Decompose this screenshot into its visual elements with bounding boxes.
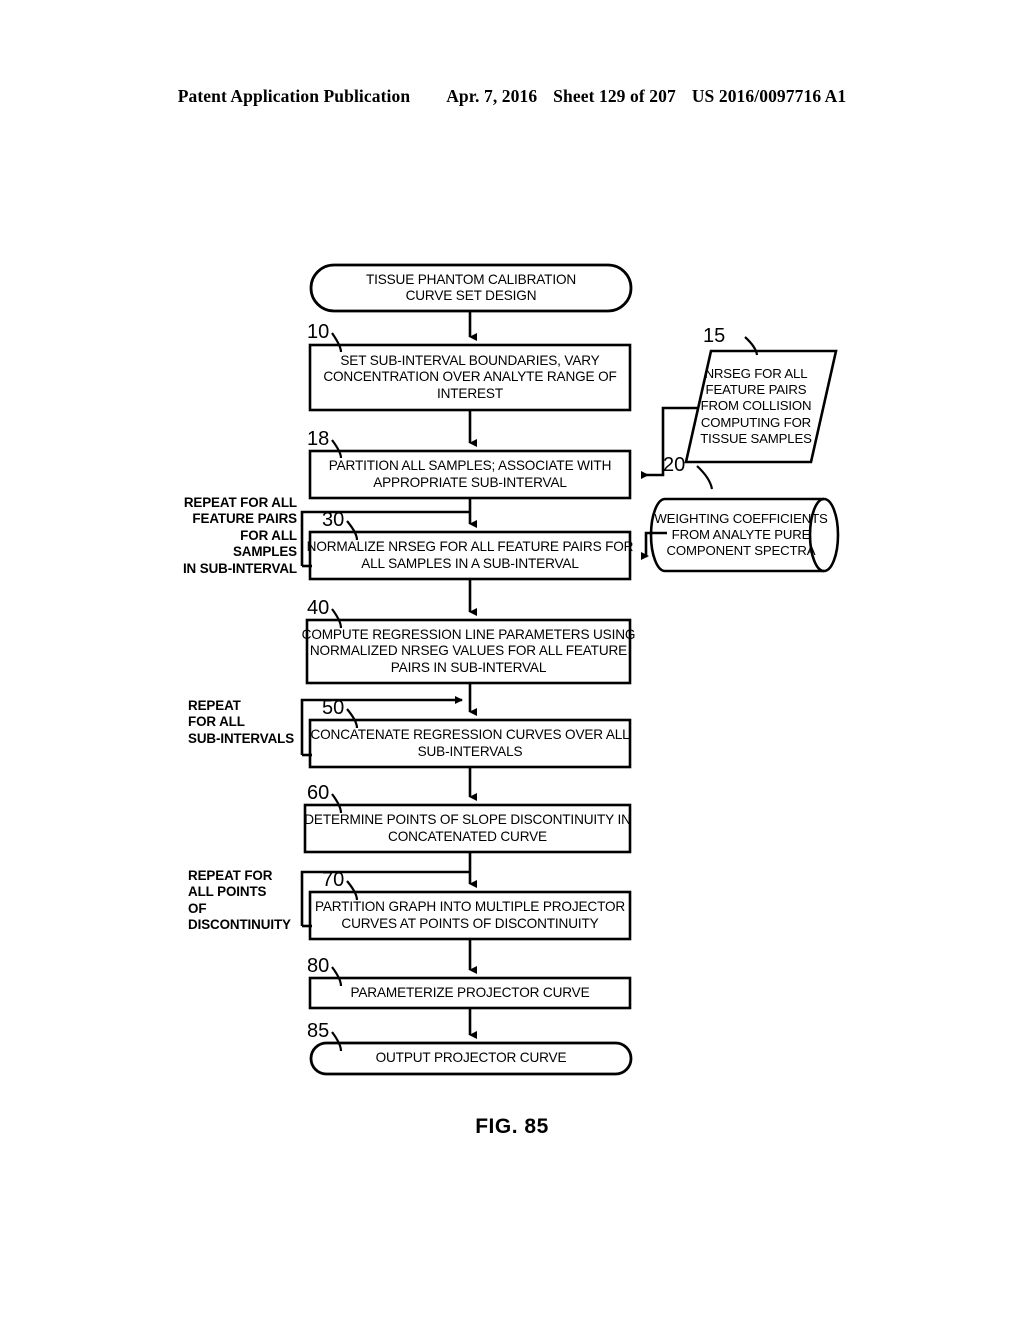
ref-numeral-50: 50 (322, 697, 345, 719)
node-shape-data15 (684, 349, 838, 464)
loop-label-line: SAMPLES (232, 544, 297, 560)
loop-label-line: IN SUB-INTERVAL (182, 560, 297, 576)
ref-numeral-60: 60 (307, 782, 330, 804)
loop-label-feature-pairs: REPEAT FOR ALL FEATURE PAIRS FOR ALL SAM… (175, 495, 297, 577)
node-shape-start (309, 263, 633, 313)
node-shape-step40 (305, 618, 632, 685)
figure-caption: FIG. 85 (475, 1115, 549, 1138)
leader-line-20 (696, 465, 714, 490)
loop-label-line: FEATURE PAIRS (192, 511, 297, 527)
ref-numeral-30: 30 (322, 509, 345, 531)
loop-label-line: SUB-INTERVALS (188, 730, 295, 746)
loop-label-line: REPEAT FOR (188, 868, 273, 883)
loop-label-line: FOR ALL (240, 527, 297, 543)
node-shape-step85 (309, 1041, 633, 1076)
loop-label-sub-intervals: REPEAT FOR ALL SUB-INTERVALS (188, 698, 300, 747)
ref-numeral-15: 15 (703, 325, 726, 347)
node-shape-step80 (308, 976, 632, 1010)
node-shape-step10 (308, 343, 632, 412)
loop-label-discontinuity: REPEAT FOR ALL POINTS OF DISCONTINUITY (188, 868, 300, 934)
loop-label-line: REPEAT FOR ALL (183, 495, 297, 510)
ref-numeral-40: 40 (307, 597, 330, 619)
loop-label-line: FOR ALL (188, 714, 245, 730)
ref-numeral-80: 80 (307, 955, 330, 977)
loop-label-line: ALL POINTS (188, 884, 267, 900)
ref-numeral-10: 10 (307, 321, 330, 343)
node-shape-step18 (308, 449, 632, 500)
loop-label-line: DISCONTINUITY (188, 917, 291, 933)
loop-label-line: REPEAT (188, 698, 241, 713)
node-shape-step60 (303, 803, 632, 854)
ref-numeral-85: 85 (307, 1020, 330, 1042)
ref-numeral-70: 70 (322, 869, 345, 891)
loop-label-line: OF (188, 900, 207, 916)
ref-numeral-18: 18 (307, 428, 330, 450)
ref-numeral-20: 20 (663, 454, 686, 476)
